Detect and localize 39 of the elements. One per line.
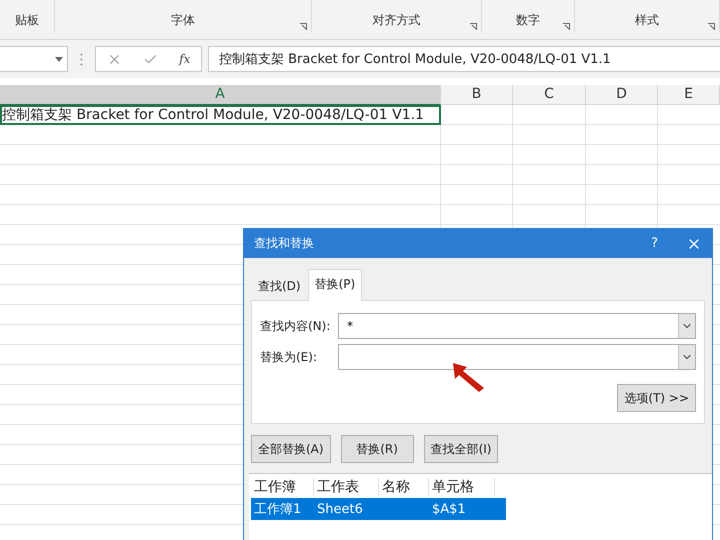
dropdown-button[interactable] (678, 345, 695, 369)
insert-function-button[interactable]: fx (179, 52, 190, 66)
ribbon-group-label: 样式 (635, 12, 659, 29)
replace-field[interactable] (338, 344, 696, 370)
table-cell[interactable]: 控制箱支架 Bracket for Control Module, V20-0048/LQ-01 V1.1 (0, 105, 441, 125)
tab[interactable]: 查找(D) (251, 273, 308, 301)
formula-field[interactable]: 控制箱支架 Bracket for Control Module, V20-0048/LQ-01 V1.1 (208, 46, 720, 72)
field-label: 替换为(E): (260, 348, 318, 366)
dialog-launcher-icon[interactable] (300, 23, 307, 30)
dialog-launcher-icon[interactable] (563, 23, 570, 30)
ribbon-group-label: 数字 (516, 12, 540, 29)
drag-handle-icon[interactable] (80, 52, 83, 66)
ribbon-group-label: 对齐方式 (372, 12, 420, 29)
list-column-header[interactable]: 名称 (379, 478, 429, 496)
dialog-launcher-icon[interactable] (470, 23, 477, 30)
dialog-button[interactable]: 查找全部(I) (424, 435, 498, 463)
dialog-button[interactable]: 替换(R) (340, 435, 414, 463)
field-label: 查找内容(N): (260, 318, 332, 334)
dialog-title: 查找和替换 (254, 235, 315, 252)
field-value: * (347, 319, 354, 333)
dropdown-button[interactable] (678, 314, 695, 338)
ribbon-group-label: 贴板 (15, 12, 39, 29)
column-header[interactable]: B (441, 85, 513, 105)
column-header[interactable]: C (513, 85, 586, 105)
help-button[interactable]: ? (651, 236, 658, 251)
tab[interactable]: 替换(P) (308, 269, 362, 301)
list-column-header[interactable]: 工作簿 (251, 478, 314, 496)
dialog-button[interactable]: 全部替换(A) (251, 435, 331, 463)
column-header[interactable]: E (658, 85, 720, 105)
options-button[interactable]: 选项(T) >> (617, 384, 696, 412)
dialog-launcher-icon[interactable] (708, 23, 715, 30)
find-field[interactable]: * (338, 313, 696, 339)
list-column-header[interactable]: 工作表 (314, 478, 379, 496)
dropdown-caret-icon[interactable] (55, 56, 63, 62)
result-row[interactable]: 工作簿1 Sheet6 $A$1 (251, 498, 506, 520)
column-header[interactable]: A (0, 85, 441, 105)
ribbon-group-label: 字体 (171, 12, 195, 29)
list-column-header[interactable]: 单元格 (429, 478, 495, 496)
column-header[interactable]: D (586, 85, 658, 105)
